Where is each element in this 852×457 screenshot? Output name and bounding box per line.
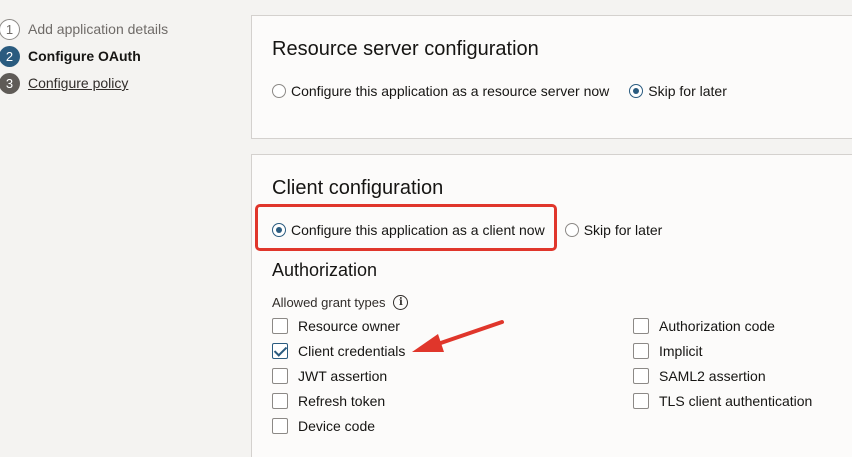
grant-tls-client-auth-checkbox[interactable]: TLS client authentication bbox=[633, 393, 812, 409]
grant-client-credentials-checkbox[interactable]: Client credentials bbox=[272, 343, 405, 359]
checkbox-box bbox=[272, 393, 288, 409]
resource-server-radio-group: Configure this application as a resource… bbox=[272, 83, 727, 99]
grant-saml2-assertion-checkbox[interactable]: SAML2 assertion bbox=[633, 368, 766, 384]
grant-device-code-checkbox[interactable]: Device code bbox=[272, 418, 375, 434]
radio-indicator bbox=[629, 84, 644, 98]
checkbox-box bbox=[633, 343, 649, 359]
step-link-configure-policy[interactable]: Configure policy bbox=[28, 75, 128, 91]
resource-server-skip-radio[interactable]: Skip for later bbox=[629, 83, 727, 99]
step-label-configure-oauth: Configure OAuth bbox=[28, 48, 141, 64]
grant-authorization-code-checkbox[interactable]: Authorization code bbox=[633, 318, 775, 334]
radio-label: Skip for later bbox=[648, 83, 727, 99]
checkbox-label: Implicit bbox=[659, 343, 703, 359]
checkbox-label: Resource owner bbox=[298, 318, 400, 334]
radio-label: Configure this application as a client n… bbox=[291, 222, 545, 238]
resource-server-title: Resource server configuration bbox=[272, 38, 539, 60]
grant-jwt-assertion-checkbox[interactable]: JWT assertion bbox=[272, 368, 387, 384]
grant-refresh-token-checkbox[interactable]: Refresh token bbox=[272, 393, 385, 409]
step-configure-oauth[interactable]: 2 Configure OAuth bbox=[0, 45, 240, 72]
checkbox-label: JWT assertion bbox=[298, 368, 388, 384]
grant-types-label-text: Allowed grant types bbox=[272, 295, 386, 310]
step-number-1: 1 bbox=[0, 19, 20, 40]
step-number-3: 3 bbox=[0, 73, 20, 94]
checkbox-label: Device code bbox=[298, 418, 376, 434]
authorization-title: Authorization bbox=[272, 260, 378, 280]
checkbox-box bbox=[633, 318, 649, 334]
client-config-title: Client configuration bbox=[272, 177, 444, 199]
checkbox-box bbox=[272, 343, 288, 359]
radio-label: Skip for later bbox=[583, 222, 663, 238]
checkbox-box bbox=[272, 318, 288, 334]
checkbox-box bbox=[633, 393, 649, 409]
step-label-add-details: Add application details bbox=[28, 21, 169, 37]
resource-server-configure-now-radio[interactable]: Configure this application as a resource… bbox=[272, 83, 609, 99]
checkbox-label: Authorization code bbox=[659, 318, 775, 334]
client-config-card: Client configuration Configure this appl… bbox=[251, 154, 852, 457]
radio-indicator bbox=[272, 223, 286, 237]
radio-label: Configure this application as a resource… bbox=[291, 83, 610, 99]
step-number-2: 2 bbox=[0, 46, 20, 67]
step-configure-policy[interactable]: 3 Configure policy bbox=[0, 72, 240, 99]
checkbox-label: Client credentials bbox=[298, 343, 406, 359]
step-add-details[interactable]: 1 Add application details bbox=[0, 18, 240, 45]
checkbox-box bbox=[272, 368, 288, 384]
checkbox-box bbox=[272, 418, 288, 434]
checkbox-box bbox=[633, 368, 649, 384]
client-configure-now-radio[interactable]: Configure this application as a client n… bbox=[272, 222, 545, 238]
grant-resource-owner-checkbox[interactable]: Resource owner bbox=[272, 318, 400, 334]
client-skip-radio[interactable]: Skip for later bbox=[564, 222, 663, 238]
grant-implicit-checkbox[interactable]: Implicit bbox=[633, 343, 703, 359]
grant-types-label: Allowed grant types i bbox=[272, 295, 409, 310]
checkbox-label: SAML2 assertion bbox=[659, 368, 766, 384]
checkbox-label: Refresh token bbox=[298, 393, 386, 409]
info-icon[interactable]: i bbox=[393, 295, 409, 310]
client-radio-group: Configure this application as a client n… bbox=[272, 222, 662, 238]
radio-indicator bbox=[272, 84, 286, 98]
wizard-steps: 1 Add application details 2 Configure OA… bbox=[0, 18, 240, 99]
resource-server-card: Resource server configuration Configure … bbox=[251, 15, 852, 139]
radio-indicator bbox=[564, 223, 579, 237]
checkbox-label: TLS client authentication bbox=[659, 393, 813, 409]
